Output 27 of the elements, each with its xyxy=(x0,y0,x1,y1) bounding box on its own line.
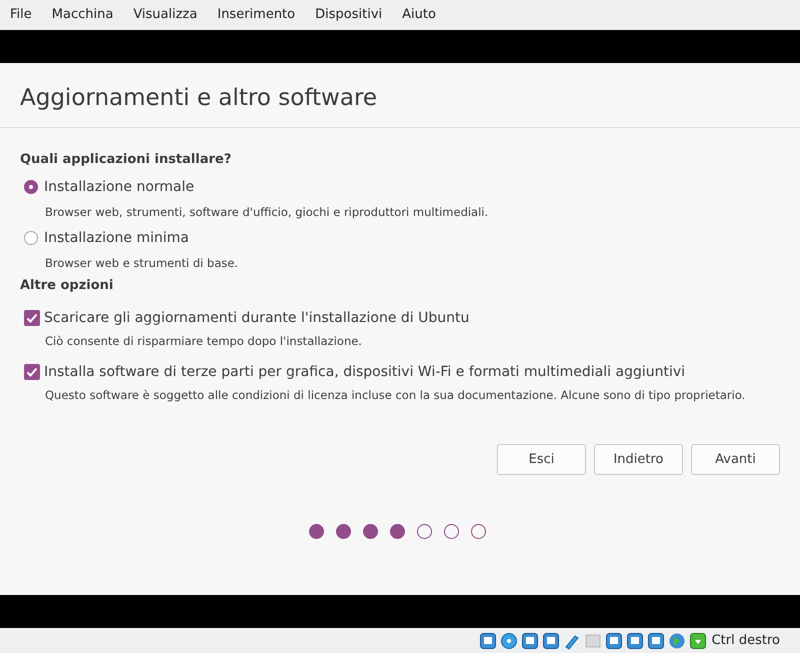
option-description: Questo software è soggetto alle condizioni di licenza incluse con la sua documentazione. Alcune sono di tipo proprietario. xyxy=(45,388,746,404)
menu-item[interactable]: Dispositivi xyxy=(315,7,382,22)
menu-item[interactable]: File xyxy=(10,7,32,22)
menu-item[interactable]: Visualizza xyxy=(133,7,198,22)
checkbox[interactable] xyxy=(24,364,40,380)
download-icon[interactable] xyxy=(688,632,707,650)
wizard-button[interactable]: Esci xyxy=(497,444,586,475)
disc-icon[interactable] xyxy=(500,632,518,650)
option-label[interactable]: Installazione normale xyxy=(44,178,194,195)
wizard-button[interactable]: Indietro xyxy=(594,444,683,475)
option-label[interactable]: Scaricare gli aggiornamenti durante l'installazione di Ubuntu xyxy=(44,310,470,326)
page-title: Aggiornamenti e altro software xyxy=(19,84,378,113)
menu-item[interactable]: Inserimento xyxy=(217,7,296,22)
host-key-label: Ctrl destro xyxy=(712,633,780,648)
option-description: Ciò consente di risparmiare tempo dopo l'installazione. xyxy=(45,334,363,350)
option-label[interactable]: Installa software di terze parti per grafica, dispositivi Wi-Fi e formati multimediali aggiuntivi xyxy=(44,364,686,380)
radio-button[interactable] xyxy=(24,230,38,245)
section-heading: Quali applicazioni installare? xyxy=(20,152,232,169)
option-description: Browser web, strumenti, software d'ufficio, giochi e riproduttori multimediali. xyxy=(45,204,490,221)
option-description: Browser web e strumenti di base. xyxy=(45,256,240,272)
section-heading: Altre opzioni xyxy=(20,278,114,295)
menu-item[interactable]: Macchina xyxy=(52,7,114,22)
menu-item[interactable]: Aiuto xyxy=(402,7,436,22)
radio-button[interactable] xyxy=(24,180,38,194)
wizard-button[interactable]: Avanti xyxy=(691,444,780,475)
option-label[interactable]: Installazione minima xyxy=(44,230,189,246)
checkbox[interactable] xyxy=(24,310,40,326)
